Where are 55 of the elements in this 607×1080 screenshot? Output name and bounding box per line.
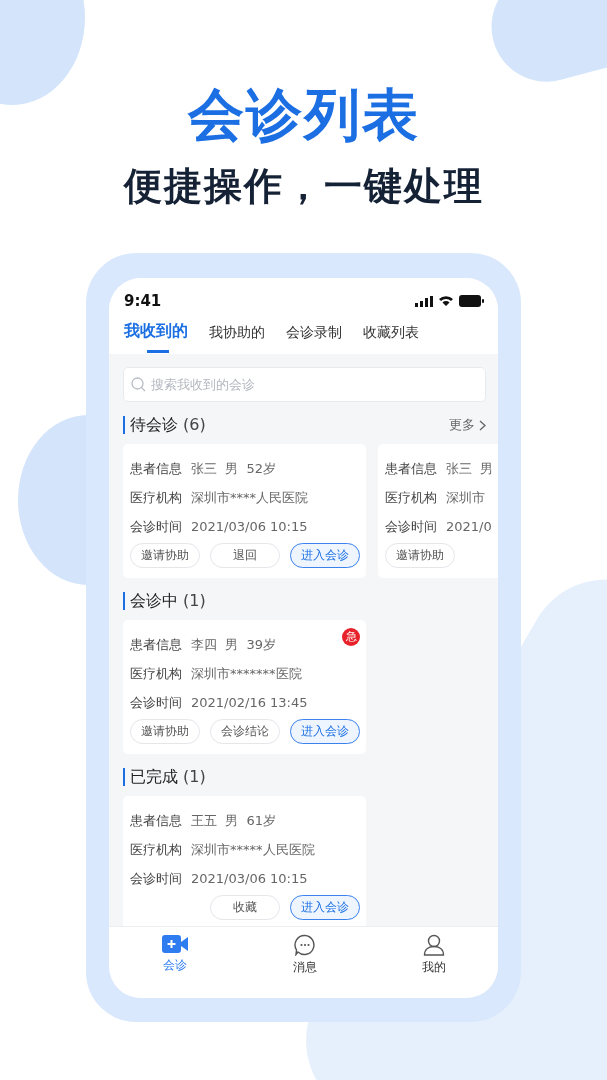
action-button[interactable]: 收藏 <box>210 895 280 920</box>
user-icon <box>422 934 445 956</box>
field-label: 医疗机构 <box>385 489 437 507</box>
chevron-icon <box>479 419 486 431</box>
field-value: 张三 男 <box>446 460 494 478</box>
field-value: 王五 男 61岁 <box>191 812 277 830</box>
field-label: 医疗机构 <box>130 665 182 683</box>
action-button[interactable]: 会诊结论 <box>210 719 280 744</box>
status-time: 9:41 <box>124 292 162 310</box>
action-button[interactable]: 进入会诊 <box>290 895 360 920</box>
field-label: 患者信息 <box>130 460 182 478</box>
action-button[interactable]: 邀请协助 <box>130 719 200 744</box>
field-value: 2021/0 <box>446 518 492 536</box>
search-field[interactable]: 搜索我收到的会诊 <box>123 367 486 402</box>
field-value: 张三 男 52岁 <box>191 460 277 478</box>
headline: 会诊列表 <box>187 81 420 149</box>
tab[interactable]: 会诊录制 <box>286 324 345 354</box>
field-value: 2021/02/16 13:45 <box>191 694 308 712</box>
more-link[interactable]: 更多 <box>449 416 486 434</box>
section-title: 已完成 (1) <box>123 768 206 786</box>
field-value: 李四 男 39岁 <box>191 636 277 654</box>
field-label: 会诊时间 <box>385 518 437 536</box>
field-value: 深圳市*******医院 <box>191 665 302 683</box>
nav-item[interactable]: 会诊 <box>155 934 194 980</box>
tab[interactable]: 收藏列表 <box>363 324 422 354</box>
nav-item[interactable]: 我的 <box>415 934 452 980</box>
subheadline: 便捷操作，一键处理 <box>123 163 484 210</box>
urgent-badge: 急 <box>342 628 360 646</box>
field-value: 深圳市 <box>446 489 485 507</box>
field-label: 会诊时间 <box>130 518 182 536</box>
nav-item[interactable]: 消息 <box>286 934 323 980</box>
field-label: 医疗机构 <box>130 489 182 507</box>
field-label: 患者信息 <box>130 636 182 654</box>
battery-icon <box>459 295 484 307</box>
field-value: 2021/03/06 10:15 <box>191 870 308 888</box>
field-value: 深圳市*****人民医院 <box>191 841 315 859</box>
action-button[interactable]: 进入会诊 <box>290 719 360 744</box>
tab[interactable]: 我协助的 <box>209 324 268 354</box>
chat-icon <box>293 934 316 956</box>
signal-icon <box>415 295 433 307</box>
section-title: 会诊中 (1) <box>123 592 206 610</box>
field-label: 患者信息 <box>385 460 437 478</box>
action-button[interactable]: 邀请协助 <box>130 543 200 568</box>
wifi-icon <box>438 295 454 307</box>
section-title: 待会诊 (6) <box>123 416 206 434</box>
field-label: 会诊时间 <box>130 694 182 712</box>
action-button[interactable]: 退回 <box>210 543 280 568</box>
field-value: 深圳市****人民医院 <box>191 489 308 507</box>
field-label: 医疗机构 <box>130 841 182 859</box>
field-label: 会诊时间 <box>130 870 182 888</box>
action-button[interactable]: 进入会诊 <box>290 543 360 568</box>
field-value: 2021/03/06 10:15 <box>191 518 308 536</box>
action-button[interactable]: 邀请协助 <box>385 543 455 568</box>
field-label: 患者信息 <box>130 812 182 830</box>
video-plus-icon <box>161 934 188 954</box>
